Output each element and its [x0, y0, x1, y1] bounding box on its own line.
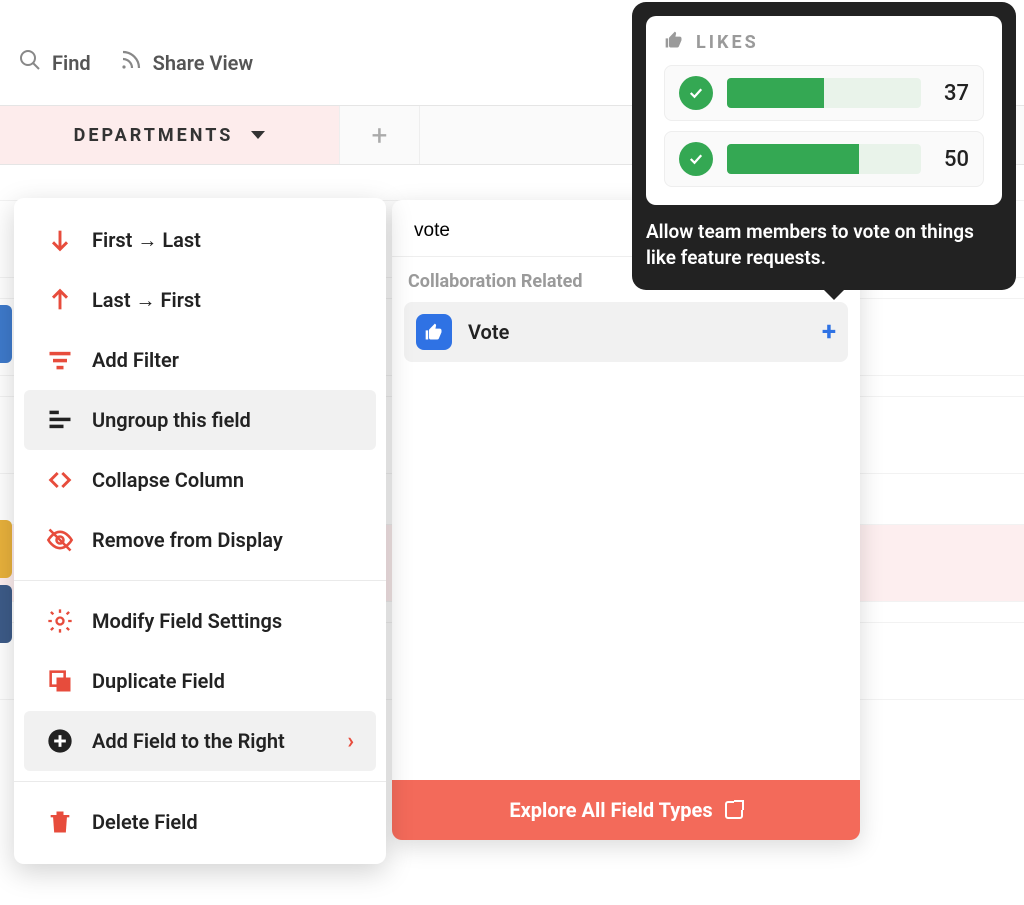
gear-icon [46, 607, 74, 635]
column-header-label: DEPARTMENTS [74, 125, 234, 146]
rss-icon [119, 48, 143, 77]
menu-collapse-column[interactable]: Collapse Column [24, 450, 376, 510]
plus-icon: + [372, 119, 388, 152]
add-field-icon[interactable]: + [822, 317, 836, 347]
likes-value: 37 [935, 81, 969, 106]
menu-label: Last → First [92, 288, 201, 313]
collapse-icon [46, 466, 74, 494]
menu-sort-last-first[interactable]: Last → First [24, 270, 376, 330]
eye-off-icon [46, 526, 74, 554]
menu-separator [14, 580, 386, 581]
menu-label: Ungroup this field [92, 408, 251, 432]
column-header-departments[interactable]: DEPARTMENTS [0, 106, 340, 164]
field-type-picker: Collaboration Related Vote + Explore All… [392, 200, 860, 840]
filter-icon [46, 346, 74, 374]
find-button[interactable]: Find [18, 48, 91, 77]
progress-bar [727, 144, 921, 174]
menu-label: Duplicate Field [92, 669, 225, 693]
tooltip-description: Allow team members to vote on things lik… [646, 219, 1002, 270]
share-view-label: Share View [153, 51, 254, 75]
chevron-right-icon: › [347, 729, 354, 754]
progress-bar [727, 78, 921, 108]
menu-label: Remove from Display [92, 528, 283, 552]
field-type-tooltip: LIKES 37 50 Allow team members to vote o… [632, 2, 1016, 290]
menu-label: First → Last [92, 228, 201, 253]
column-context-menu: First → Last Last → First Add Filter Ung… [14, 198, 386, 864]
menu-label: Collapse Column [92, 468, 244, 492]
menu-remove-from-display[interactable]: Remove from Display [24, 510, 376, 570]
ungroup-icon [46, 406, 74, 434]
field-option-vote[interactable]: Vote + [404, 302, 848, 362]
menu-label: Add Filter [92, 348, 179, 372]
thumbs-up-icon [664, 30, 684, 55]
check-circle-icon [679, 76, 713, 110]
tooltip-preview-card: LIKES 37 50 [646, 16, 1002, 205]
thumbs-up-icon [416, 314, 452, 350]
check-circle-icon [679, 142, 713, 176]
likes-row: 50 [664, 131, 984, 187]
menu-add-filter[interactable]: Add Filter [24, 330, 376, 390]
external-link-icon [725, 801, 743, 819]
explore-label: Explore All Field Types [509, 798, 712, 822]
menu-label: Modify Field Settings [92, 609, 282, 633]
likes-value: 50 [935, 147, 969, 172]
group-chip [0, 520, 12, 578]
menu-label: Delete Field [92, 810, 198, 834]
menu-add-field-right[interactable]: Add Field to the Right › [24, 711, 376, 771]
menu-sort-first-last[interactable]: First → Last [24, 210, 376, 270]
arrow-up-icon [46, 286, 74, 314]
menu-label: Add Field to the Right [92, 729, 285, 753]
search-icon [18, 48, 42, 77]
find-label: Find [52, 51, 91, 75]
caret-down-icon [251, 131, 265, 139]
add-column-button[interactable]: + [340, 106, 420, 164]
menu-modify-field-settings[interactable]: Modify Field Settings [24, 591, 376, 651]
menu-ungroup-field[interactable]: Ungroup this field [24, 390, 376, 450]
arrow-down-icon [46, 226, 74, 254]
menu-duplicate-field[interactable]: Duplicate Field [24, 651, 376, 711]
copy-icon [46, 667, 74, 695]
share-view-button[interactable]: Share View [119, 48, 254, 77]
group-chip [0, 305, 12, 363]
group-chip [0, 585, 12, 643]
menu-delete-field[interactable]: Delete Field [24, 792, 376, 852]
tooltip-tail [822, 288, 846, 300]
explore-field-types-button[interactable]: Explore All Field Types [392, 780, 860, 840]
trash-icon [46, 808, 74, 836]
tooltip-title: LIKES [696, 32, 759, 53]
plus-circle-icon [46, 727, 74, 755]
likes-row: 37 [664, 65, 984, 121]
field-option-label: Vote [468, 320, 509, 344]
menu-separator [14, 781, 386, 782]
